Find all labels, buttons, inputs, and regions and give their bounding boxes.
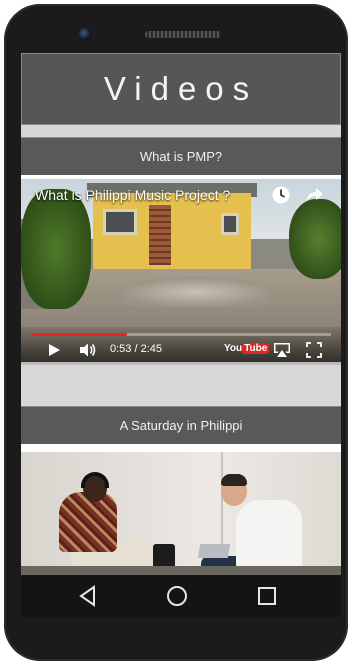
thumbnail-floor [21,566,341,575]
screen: Videos What is PMP? What is Philippi Mus… [21,53,341,575]
header-bar: Videos [21,53,341,125]
section-title-saturday: A Saturday in Philippi [21,406,341,444]
volume-icon[interactable] [79,342,97,358]
airplay-icon[interactable] [272,341,292,359]
youtube-logo-tube: Tube [242,343,270,354]
progress-fill [31,333,127,336]
video-thumbnail-tree [289,199,341,279]
camera-icon [79,28,91,40]
page-title: Videos [103,70,259,107]
play-icon[interactable] [47,343,61,357]
divider [21,125,341,137]
video-thumbnail-saturday[interactable] [21,452,341,575]
thumbnail-laptop [197,544,231,558]
earpiece-speaker [145,31,221,38]
section-title-what-is-pmp: What is PMP? [21,137,341,175]
youtube-logo[interactable]: You Tube [224,343,270,357]
share-icon[interactable] [304,185,324,205]
time-display: 0:53 / 2:45 [110,343,162,355]
video-thumbnail-door [149,205,171,265]
video-thumbnail-rubble [121,277,271,307]
video-thumbnail-tree [21,189,91,309]
back-icon[interactable] [77,585,99,607]
thumbnail-person-hair [221,474,247,486]
youtube-logo-you: You [224,343,243,354]
progress-bar[interactable] [31,333,331,336]
headphones-icon [81,472,109,488]
fullscreen-icon[interactable] [306,342,322,358]
divider [21,362,341,406]
video-title[interactable]: What is Philippi Music Project ? [35,187,230,203]
clock-icon[interactable] [271,185,291,205]
video-thumbnail-window [103,209,137,235]
thumbnail-person [59,492,117,552]
android-nav-bar [21,575,341,617]
home-icon[interactable] [166,585,188,607]
player-controls: 0:53 / 2:45 You Tube [21,327,341,362]
recents-icon[interactable] [257,586,277,606]
thumbnail-person [236,500,302,570]
video-player-pmp[interactable]: What is Philippi Music Project ? 0:53 / … [21,179,341,362]
video-thumbnail-window [221,213,239,235]
